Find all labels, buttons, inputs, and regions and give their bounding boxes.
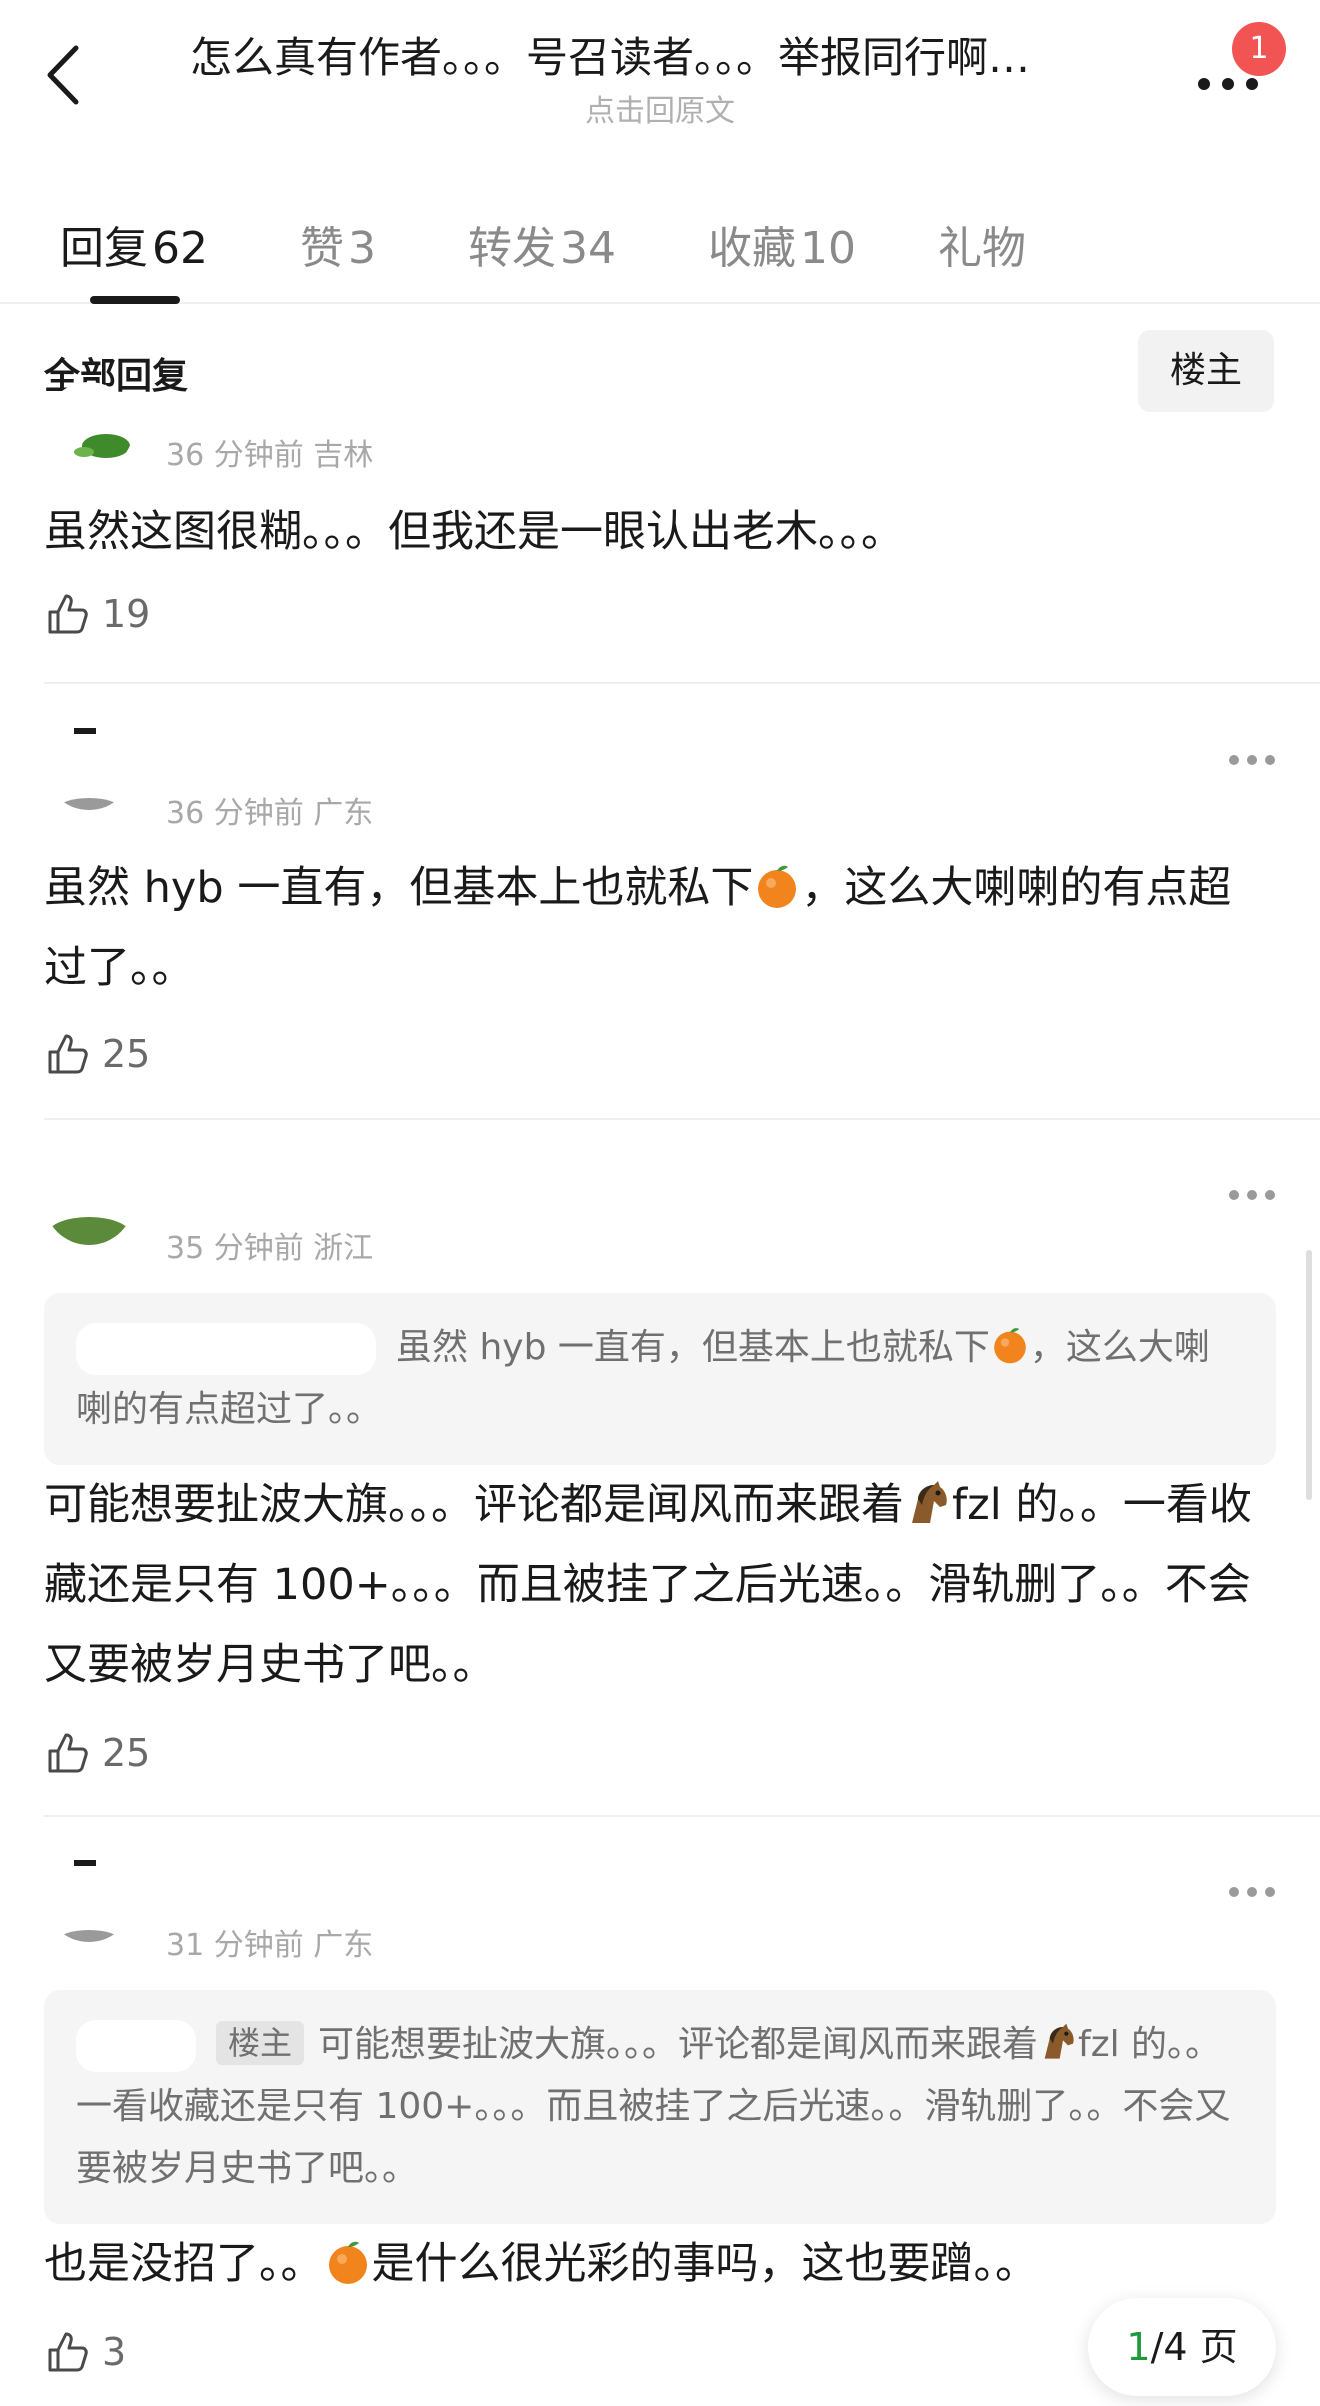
quoted-reply[interactable]: 楼主 可能想要扯波大旗。。。评论都是闻风而来跟着 fzl 的。。一看收藏还是只有 1… bbox=[44, 1990, 1276, 2224]
tab-count: 3 bbox=[348, 223, 376, 274]
tab-replies[interactable]: 回复62 bbox=[60, 212, 208, 276]
comment-text[interactable]: 也是没招了。。 是什么很光彩的事吗，这也要蹭。。 bbox=[44, 2224, 1274, 2304]
comment-text-part: 是什么很光彩的事吗，这也要蹭。。 bbox=[371, 2239, 1039, 2289]
page-indicator-button[interactable]: 1/4 页 bbox=[1088, 2298, 1276, 2396]
thumbs-up-icon bbox=[48, 1733, 88, 1773]
comment-meta: 36 分钟前 广东 bbox=[166, 796, 374, 831]
avatar[interactable] bbox=[44, 720, 134, 810]
comment-more-button[interactable] bbox=[1222, 1175, 1286, 1215]
comment-text-part: 虽然 hyb 一直有，但基本上也就私下 bbox=[44, 863, 754, 913]
thumbs-up-icon bbox=[48, 1034, 88, 1074]
avatar-image-icon bbox=[44, 720, 134, 810]
comment-meta: 31 分钟前 广东 bbox=[166, 1928, 374, 1963]
comment-meta: 35 分钟前 浙江 bbox=[166, 1231, 374, 1266]
like-button[interactable]: 25 bbox=[44, 1024, 150, 1084]
tab-count: 10 bbox=[800, 223, 856, 274]
more-dots-icon bbox=[1229, 1887, 1275, 1897]
tab-bar: 回复62 赞3 转发34 收藏10 礼物 bbox=[0, 200, 1320, 304]
comment-item: 36 分钟前 吉林 虽然这图很糊。。。但我还是一眼认出老木。。。 19 bbox=[44, 382, 1320, 680]
masked-username bbox=[76, 2020, 196, 2072]
divider bbox=[44, 1118, 1320, 1120]
like-count: 3 bbox=[102, 2330, 127, 2374]
post-title[interactable]: 怎么真有作者。。。号召读者。。。举报同行啊… bbox=[190, 30, 1130, 86]
tab-label: 回复 bbox=[60, 223, 148, 274]
comment-text-part: 可能想要扯波大旗。。。评论都是闻风而来跟着 bbox=[44, 1480, 904, 1530]
quoted-text-part: 虽然 hyb 一直有，但基本上也就私下 bbox=[396, 1327, 990, 1368]
divider bbox=[44, 1815, 1320, 1817]
orange-emoji-icon bbox=[758, 865, 797, 908]
tab-label: 收藏 bbox=[708, 223, 796, 274]
top-bar: 怎么真有作者。。。号召读者。。。举报同行啊… 点击回原文 1 bbox=[0, 0, 1320, 150]
tab-reposts[interactable]: 转发34 bbox=[468, 212, 616, 276]
total-pages: /4 页 bbox=[1150, 2325, 1238, 2369]
comment-item: 36 分钟前 广东 虽然 hyb 一直有，但基本上也就私下 ，这么大喇喇的有点超过… bbox=[44, 720, 1320, 1100]
divider bbox=[44, 682, 1320, 684]
like-count: 25 bbox=[102, 1032, 151, 1076]
comment-text[interactable]: 虽然这图很糊。。。但我还是一眼认出老木。。。 bbox=[44, 492, 1274, 572]
avatar[interactable] bbox=[44, 382, 134, 472]
comment-text[interactable]: 虽然 hyb 一直有，但基本上也就私下 ，这么大喇喇的有点超过了。。 bbox=[44, 848, 1274, 1008]
tab-count: 34 bbox=[560, 223, 616, 274]
horse-emoji-icon bbox=[1044, 2023, 1074, 2059]
avatar[interactable] bbox=[44, 1852, 134, 1942]
scrollbar[interactable] bbox=[1306, 1250, 1312, 1500]
thumbs-up-icon bbox=[48, 594, 88, 634]
avatar[interactable] bbox=[44, 1155, 134, 1245]
tab-label: 转发 bbox=[468, 223, 556, 274]
tab-gifts[interactable]: 礼物 bbox=[938, 212, 1026, 276]
like-button[interactable]: 25 bbox=[44, 1723, 150, 1783]
active-tab-indicator bbox=[90, 296, 180, 304]
like-count: 25 bbox=[102, 1731, 151, 1775]
more-dots-icon bbox=[1229, 755, 1275, 765]
current-page: 1 bbox=[1126, 2325, 1151, 2369]
thumbs-up-icon bbox=[48, 2332, 88, 2372]
comment-more-button[interactable] bbox=[1222, 740, 1286, 780]
tab-label: 礼物 bbox=[938, 223, 1026, 274]
orange-emoji-icon bbox=[994, 1328, 1026, 1364]
notification-badge: 1 bbox=[1232, 22, 1286, 76]
horse-emoji-icon bbox=[912, 1481, 947, 1523]
comment-text[interactable]: 可能想要扯波大旗。。。评论都是闻风而来跟着 fzl 的。。一看收藏还是只有 100… bbox=[44, 1465, 1274, 1705]
like-count: 19 bbox=[102, 592, 151, 636]
quoted-reply[interactable]: 虽然 hyb 一直有，但基本上也就私下 ，这么大喇喇的有点超过了。。 bbox=[44, 1293, 1276, 1465]
avatar-image-icon bbox=[44, 382, 134, 472]
tab-favorites[interactable]: 收藏10 bbox=[708, 212, 856, 276]
like-button[interactable]: 3 bbox=[44, 2322, 126, 2382]
comment-item: 35 分钟前 浙江 虽然 hyb 一直有，但基本上也就私下 ，这么大喇喇的有点超过… bbox=[44, 1155, 1320, 1795]
tab-label: 赞 bbox=[300, 223, 344, 274]
avatar-image-icon bbox=[44, 1155, 134, 1245]
quoted-text-part: 可能想要扯波大旗。。。评论都是闻风而来跟着 bbox=[318, 2024, 1039, 2065]
like-button[interactable]: 19 bbox=[44, 584, 150, 644]
back-to-original-link[interactable]: 点击回原文 bbox=[0, 86, 1320, 130]
op-only-filter-button[interactable]: 楼主 bbox=[1138, 330, 1274, 412]
avatar-image-icon bbox=[44, 1852, 134, 1942]
comment-text-part: 也是没招了。。 bbox=[44, 2239, 324, 2289]
op-tag: 楼主 bbox=[216, 2021, 305, 2065]
tab-likes[interactable]: 赞3 bbox=[300, 212, 376, 276]
masked-username bbox=[76, 1323, 376, 1375]
comment-meta: 36 分钟前 吉林 bbox=[166, 438, 374, 473]
orange-emoji-icon bbox=[328, 2241, 367, 2284]
comment-more-button[interactable] bbox=[1222, 1872, 1286, 1912]
more-dots-icon bbox=[1229, 1190, 1275, 1200]
tab-count: 62 bbox=[152, 223, 208, 274]
